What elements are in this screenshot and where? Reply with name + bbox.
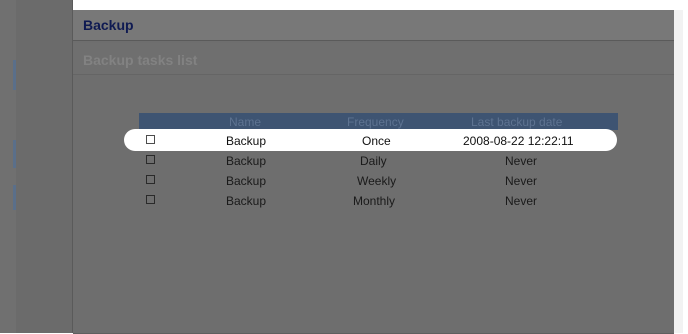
- sidebar: [16, 0, 73, 333]
- page-title: Backup: [83, 17, 134, 33]
- table-row[interactable]: Backup Once 2008-08-22 12:22:11: [125, 130, 616, 150]
- task-name: Backup: [226, 174, 267, 188]
- task-name: Backup: [226, 154, 267, 168]
- right-edge: [674, 10, 683, 333]
- panel-header: Backup: [73, 10, 674, 41]
- table-row[interactable]: Backup Weekly Never: [139, 170, 618, 190]
- task-name: Backup: [226, 194, 267, 208]
- section-title: Backup tasks list: [83, 52, 198, 68]
- column-header-name[interactable]: Name: [229, 115, 261, 129]
- row-checkbox[interactable]: [146, 195, 155, 204]
- table-row[interactable]: Backup Daily Never: [139, 150, 618, 170]
- task-frequency: Daily: [360, 154, 387, 168]
- row-checkbox[interactable]: [146, 175, 155, 184]
- task-frequency: Monthly: [353, 194, 396, 208]
- row-checkbox[interactable]: [146, 135, 155, 144]
- task-last-backup: Never: [505, 174, 538, 188]
- task-last-backup: Never: [505, 194, 538, 208]
- task-frequency: Once: [362, 134, 391, 148]
- row-checkbox[interactable]: [146, 155, 155, 164]
- table-header: Name Frequency Last backup date: [139, 113, 618, 130]
- table-row[interactable]: Backup Monthly Never: [139, 190, 618, 210]
- task-last-backup: Never: [505, 154, 538, 168]
- section-header: Backup tasks list: [73, 43, 674, 75]
- left-nav-strip: [0, 0, 16, 333]
- app-frame: Backup Backup tasks list Name Frequency …: [0, 0, 683, 334]
- backup-tasks-table: Name Frequency Last backup date Backup O…: [125, 113, 618, 210]
- task-frequency: Weekly: [357, 174, 397, 188]
- task-last-backup: 2008-08-22 12:22:11: [463, 134, 574, 148]
- column-header-frequency[interactable]: Frequency: [347, 115, 404, 129]
- column-header-last-backup[interactable]: Last backup date: [471, 115, 562, 129]
- task-name: Backup: [226, 134, 267, 148]
